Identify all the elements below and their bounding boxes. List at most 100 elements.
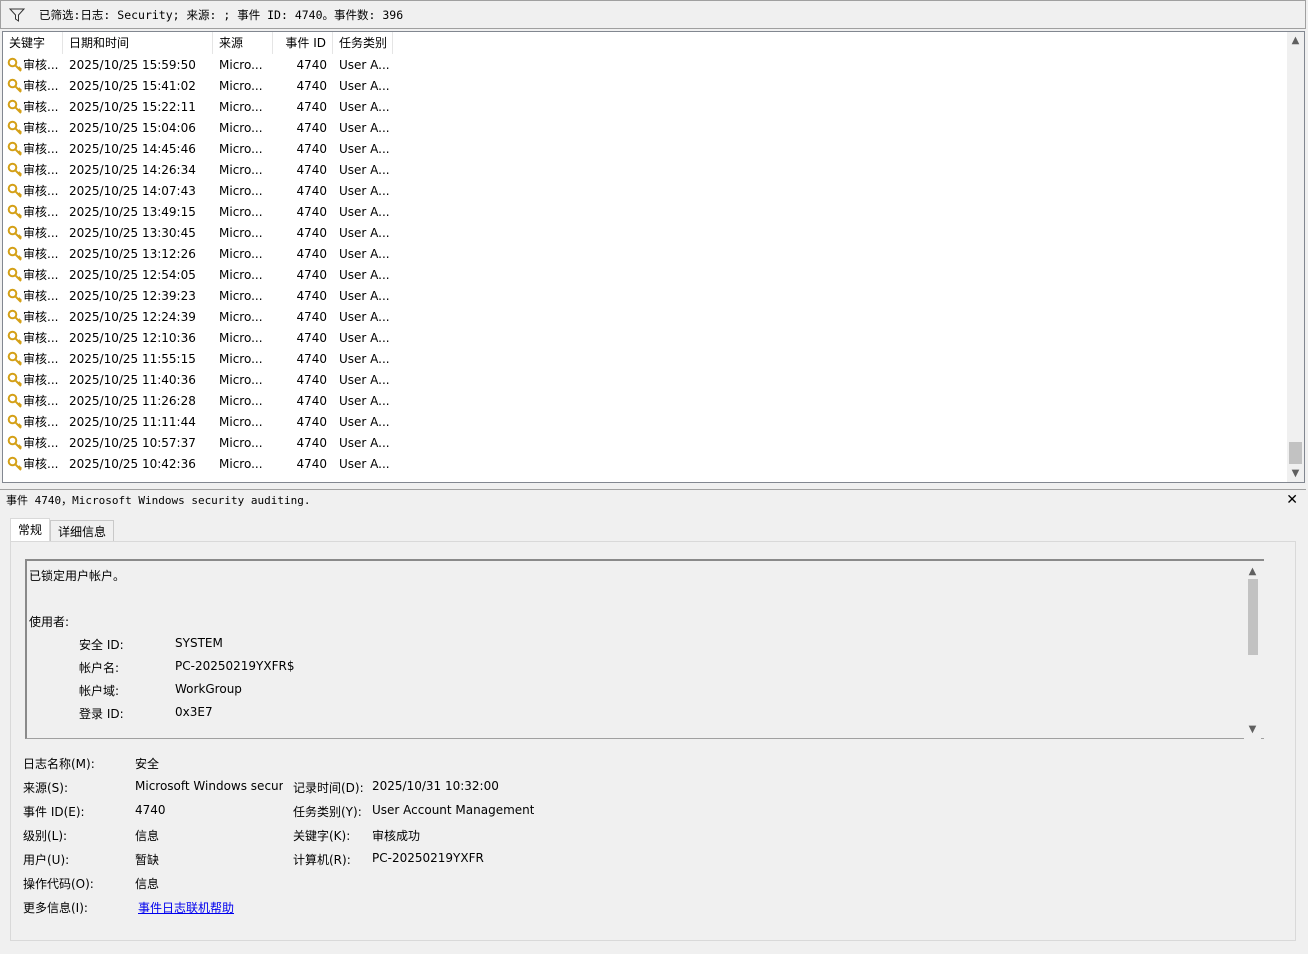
detail-header: 事件 4740，Microsoft Windows security audit… [0,489,1306,510]
scroll-down-arrow-icon[interactable]: ▼ [1244,721,1261,737]
keyword-cell: 审核... [3,266,63,283]
key-icon [7,120,23,135]
table-row[interactable]: 审核... 2025/10/25 13:30:45 Micro... 4740 User… [3,222,1288,243]
source-value[interactable]: Microsoft Windows securi [135,779,283,793]
close-icon[interactable]: ✕ [1286,490,1298,510]
task-cell: User A... [339,162,390,177]
user-value[interactable]: 暂缺 [135,851,159,868]
table-row[interactable]: 审核... 2025/10/25 12:39:23 Micro... 4740 User… [3,285,1288,306]
field-value: 0x3E7 [175,705,213,719]
list-scrollbar[interactable]: ▲ ▼ [1287,32,1304,482]
tab-details[interactable]: 详细信息 [50,520,115,542]
event-id-cell: 4740 [296,162,327,177]
event-id-cell: 4740 [296,57,327,72]
table-row[interactable]: 审核... 2025/10/25 13:12:26 Micro... 4740 User… [3,243,1288,264]
key-icon [7,351,23,366]
field-label: 帐户名: [79,661,120,675]
event-id-value[interactable]: 4740 [135,803,166,817]
description-box[interactable]: 已锁定用户帐户。 使用者: 安全 ID: SYSTEM 帐户名: PC-2025… [25,559,1264,739]
event-id-cell: 4740 [296,246,327,261]
table-row[interactable]: 审核... 2025/10/25 11:26:28 Micro... 4740 User… [3,390,1288,411]
keyword-cell: 审核... [3,224,63,241]
key-icon [7,372,23,387]
table-row[interactable]: 审核... 2025/10/25 12:24:39 Micro... 4740 User… [3,306,1288,327]
description-scrollbar[interactable]: ▲ ▼ [1244,561,1261,739]
task-cell: User A... [339,99,390,114]
date-cell: 2025/10/25 11:40:36 [69,372,196,387]
table-row[interactable]: 审核... 2025/10/25 15:22:11 Micro... 4740 User… [3,96,1288,117]
scroll-down-arrow-icon[interactable]: ▼ [1287,465,1304,482]
task-cell: User A... [339,351,390,366]
opcode-label: 操作代码(O): [23,877,94,891]
event-id-cell: 4740 [296,351,327,366]
event-list[interactable]: 关键字 日期和时间 来源 事件 ID 任务类别 审核... 2025/10/25 … [2,31,1305,483]
table-row[interactable]: 审核... 2025/10/25 10:57:37 Micro... 4740 User… [3,432,1288,453]
level-value[interactable]: 信息 [135,827,159,844]
table-row[interactable]: 审核... 2025/10/25 14:07:43 Micro... 4740 User… [3,180,1288,201]
event-id-cell: 4740 [296,414,327,429]
table-row[interactable]: 审核... 2025/10/25 15:59:50 Micro... 4740 User… [3,54,1288,75]
table-row[interactable]: 审核... 2025/10/25 15:41:02 Micro... 4740 User… [3,75,1288,96]
task-cell: User A... [339,183,390,198]
table-row[interactable]: 审核... 2025/10/25 12:10:36 Micro... 4740 User… [3,327,1288,348]
table-row[interactable]: 审核... 2025/10/25 12:54:05 Micro... 4740 User… [3,264,1288,285]
date-cell: 2025/10/25 11:26:28 [69,393,196,408]
keyword-text: 审核... [23,457,59,471]
table-row[interactable]: 审核... 2025/10/25 11:55:15 Micro... 4740 User… [3,348,1288,369]
table-row[interactable]: 审核... 2025/10/25 11:11:44 Micro... 4740 User… [3,411,1288,432]
key-icon [7,435,23,450]
tab-general[interactable]: 常规 [10,518,51,542]
table-row[interactable]: 审核... 2025/10/25 14:26:34 Micro... 4740 User… [3,159,1288,180]
event-id-cell: 4740 [296,267,327,282]
task-cell: User A... [339,141,390,156]
source-cell: Micro... [219,456,263,471]
task-cell: User A... [339,204,390,219]
source-cell: Micro... [219,267,263,282]
column-header-date[interactable]: 日期和时间 [63,32,213,54]
scroll-thumb[interactable] [1289,442,1302,464]
date-cell: 2025/10/25 12:39:23 [69,288,196,303]
table-row[interactable]: 审核... 2025/10/25 13:49:15 Micro... 4740 User… [3,201,1288,222]
scroll-thumb[interactable] [1248,579,1258,655]
keyword-cell: 审核... [3,392,63,409]
keyword-cell: 审核... [3,308,63,325]
source-cell: Micro... [219,141,263,156]
source-cell: Micro... [219,183,263,198]
computer-value[interactable]: PC-20250219YXFR [372,851,484,865]
event-id-cell: 4740 [296,225,327,240]
key-icon [7,57,23,72]
filter-icon [9,8,25,22]
keywords-value[interactable]: 审核成功 [372,827,420,844]
online-help-link[interactable]: 事件日志联机帮助 [138,899,234,916]
opcode-value[interactable]: 信息 [135,875,159,892]
source-cell: Micro... [219,120,263,135]
scroll-up-arrow-icon[interactable]: ▲ [1287,32,1304,49]
keyword-text: 审核... [23,373,59,387]
date-cell: 2025/10/25 13:49:15 [69,204,196,219]
column-header-keyword[interactable]: 关键字 [3,32,63,54]
task-cell: User A... [339,393,390,408]
keyword-text: 审核... [23,415,59,429]
table-row[interactable]: 审核... 2025/10/25 14:45:46 Micro... 4740 User… [3,138,1288,159]
table-row[interactable]: 审核... 2025/10/25 15:04:06 Micro... 4740 User… [3,117,1288,138]
column-header-source[interactable]: 来源 [213,32,273,54]
table-row[interactable]: 审核... 2025/10/25 10:42:36 Micro... 4740 User… [3,453,1288,474]
date-cell: 2025/10/25 15:22:11 [69,99,196,114]
event-id-cell: 4740 [296,288,327,303]
keyword-text: 审核... [23,205,59,219]
keyword-cell: 审核... [3,350,63,367]
user-label: 用户(U): [23,853,70,867]
logged-value[interactable]: 2025/10/31 10:32:00 [372,779,499,793]
task-cell: User A... [339,78,390,93]
column-header-task[interactable]: 任务类别 [333,32,393,54]
task-value[interactable]: User Account Management [372,803,534,817]
event-id-cell: 4740 [296,78,327,93]
task-cell: User A... [339,435,390,450]
keyword-text: 审核... [23,247,59,261]
keyword-text: 审核... [23,100,59,114]
table-row[interactable]: 审核... 2025/10/25 11:40:36 Micro... 4740 User… [3,369,1288,390]
date-cell: 2025/10/25 13:12:26 [69,246,196,261]
scroll-up-arrow-icon[interactable]: ▲ [1244,563,1261,579]
column-header-event-id[interactable]: 事件 ID [273,32,333,54]
task-cell: User A... [339,456,390,471]
